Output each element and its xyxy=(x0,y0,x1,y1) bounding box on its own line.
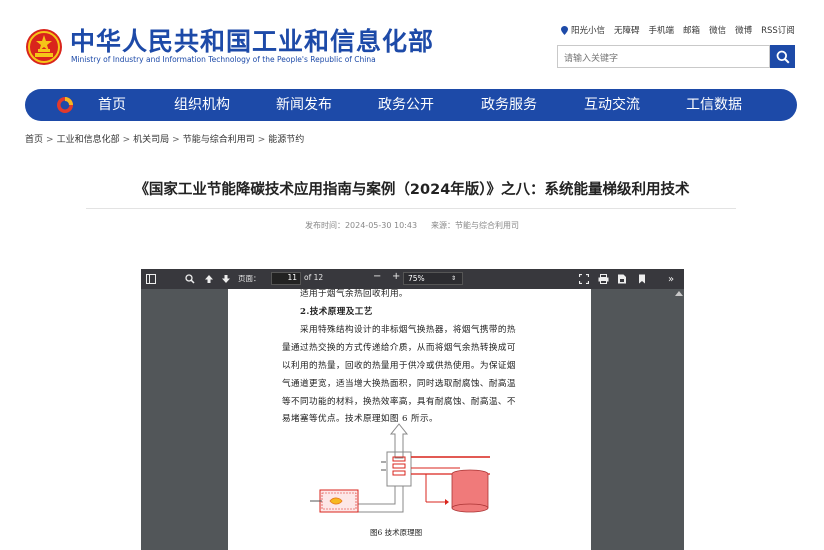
top-links: 阳光小信 无障碍 手机端 邮箱 微信 微博 RSS订阅 xyxy=(561,24,795,36)
nav-item-data[interactable]: 工信数据 xyxy=(679,89,749,121)
nav-item-news[interactable]: 新闻发布 xyxy=(269,89,339,121)
presentation-mode-icon[interactable] xyxy=(576,271,592,287)
print-icon[interactable] xyxy=(595,271,611,287)
pdf-line: 气通道更宽，适当增大换热面积，同时选取耐腐蚀、耐高温 xyxy=(282,379,516,389)
article-source: 来源：节能与综合利用司 xyxy=(431,221,520,230)
breadcrumb-ministry[interactable]: 工业和信息化部 xyxy=(57,135,120,145)
article-title: 《国家工业节能降碳技术应用指南与案例（2024年版）》之八：系统能量梯级利用技术 xyxy=(134,182,690,198)
nav-item-organization[interactable]: 组织机构 xyxy=(167,89,237,121)
pdf-line: 量通过热交换的方式传递给介质，从而将烟气余热转换成可 xyxy=(282,343,516,353)
top-link-label: 阳光小信 xyxy=(571,26,606,36)
previous-page-icon[interactable] xyxy=(201,271,217,287)
pdf-line: 以利用的热量，回收的热量用于供冷或供热使用。为保证烟 xyxy=(282,361,516,371)
page-total: of 12 xyxy=(304,273,324,282)
pdf-scrollbar[interactable] xyxy=(674,289,684,550)
breadcrumb-energy-saving[interactable]: 能源节约 xyxy=(268,135,304,145)
search-field xyxy=(557,45,770,70)
pdf-heading: 2.技术原理及工艺 xyxy=(300,307,373,317)
download-icon[interactable] xyxy=(614,271,630,287)
more-tools-icon[interactable]: » xyxy=(663,271,679,287)
figure-caption: 图6 技术原理图 xyxy=(370,528,423,537)
miit-logo-icon xyxy=(56,96,74,114)
nav-item-interaction[interactable]: 互动交流 xyxy=(577,89,647,121)
national-emblem-icon xyxy=(24,27,64,67)
chevron-down-icon: ⇕ xyxy=(450,275,456,282)
scroll-up-icon[interactable] xyxy=(675,291,683,296)
pdf-toolbar: 页面： 11 of 12 − + 75% ⇕ » xyxy=(141,269,684,289)
bookmark-icon[interactable] xyxy=(634,271,650,287)
zoom-select[interactable]: 75% ⇕ xyxy=(403,272,463,285)
top-link-sunshine[interactable]: 阳光小信 xyxy=(561,24,605,36)
pdf-line: 等不同功能的材料，换热效率高，具有耐腐蚀、耐高温、不 xyxy=(282,397,516,407)
publish-time: 发布时间：2024-05-30 10:43 xyxy=(304,221,418,230)
pin-icon xyxy=(561,26,568,35)
breadcrumb: 首页 > 工业和信息化部 > 机关司局 > 节能与综合利用司 > 能源节约 xyxy=(25,135,305,145)
find-icon[interactable] xyxy=(182,271,198,287)
zoom-in-button[interactable]: + xyxy=(392,271,400,282)
breadcrumb-home[interactable]: 首页 xyxy=(25,135,43,145)
nav-item-home[interactable]: 首页 xyxy=(82,89,142,121)
pdf-line: 适用于烟气余热回收利用。 xyxy=(300,289,408,299)
nav-item-public-affairs[interactable]: 政务公开 xyxy=(371,89,441,121)
top-link-mail[interactable]: 邮箱 xyxy=(683,24,700,36)
sidebar-toggle-icon[interactable] xyxy=(143,271,159,287)
title-divider xyxy=(86,208,736,209)
top-link-weibo[interactable]: 微博 xyxy=(735,24,752,36)
top-link-accessibility[interactable]: 无障碍 xyxy=(614,24,640,36)
top-link-wechat[interactable]: 微信 xyxy=(709,24,726,36)
zoom-value: 75% xyxy=(408,274,425,283)
site-subtitle: Ministry of Industry and Information Tec… xyxy=(71,55,376,64)
search-button[interactable] xyxy=(770,45,795,68)
site-title[interactable]: 中华人民共和国工业和信息化部 xyxy=(70,27,434,57)
page-label: 页面： xyxy=(238,274,261,283)
zoom-out-button[interactable]: − xyxy=(373,271,381,282)
pdf-line: 采用特殊结构设计的非标烟气换热器，将烟气携带的热 xyxy=(300,325,516,335)
breadcrumb-department[interactable]: 节能与综合利用司 xyxy=(183,135,255,145)
next-page-icon[interactable] xyxy=(218,271,234,287)
breadcrumb-departments[interactable]: 机关司局 xyxy=(133,135,169,145)
principle-diagram xyxy=(310,423,490,513)
search-input[interactable] xyxy=(558,48,770,70)
top-link-mobile[interactable]: 手机端 xyxy=(649,24,675,36)
article-meta: 发布时间：2024-05-30 10:43 来源：节能与综合利用司 xyxy=(0,220,824,231)
nav-item-services[interactable]: 政务服务 xyxy=(474,89,544,121)
page-number-input[interactable]: 11 xyxy=(271,272,301,285)
search-icon xyxy=(776,50,790,64)
top-link-rss[interactable]: RSS订阅 xyxy=(761,24,795,36)
